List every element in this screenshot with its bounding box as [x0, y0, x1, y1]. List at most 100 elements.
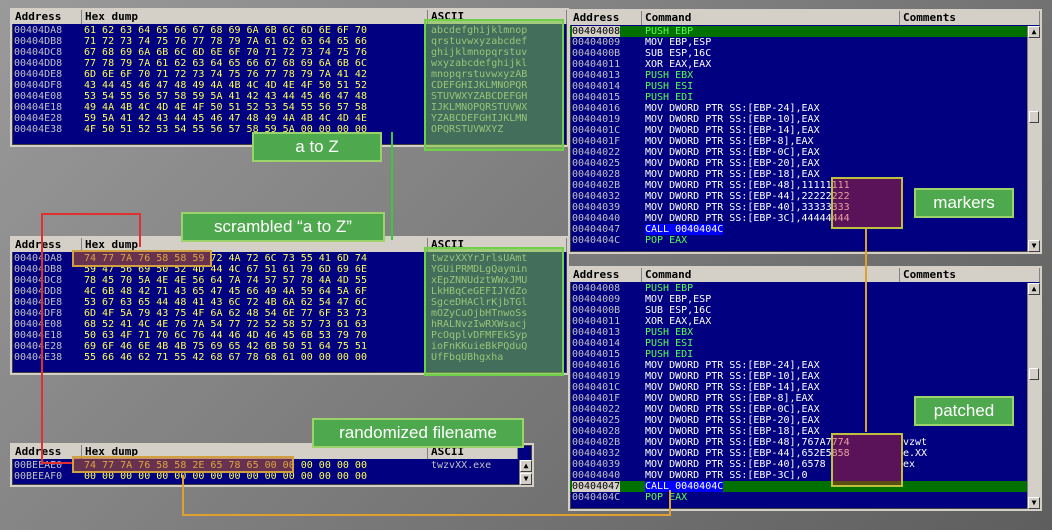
- code-row[interactable]: 0040404C POP EAX: [570, 492, 1040, 503]
- code-row[interactable]: 00404014 PUSH ESI: [570, 81, 1040, 92]
- scroll-thumb[interactable]: [1029, 368, 1039, 380]
- disassembly-panel-patched: Address Command Comments 00404008 PUSH EB…: [568, 266, 1042, 511]
- code-row[interactable]: 00404008 PUSH EBP: [570, 26, 1040, 37]
- column-header-hex[interactable]: Hex dump: [82, 10, 428, 24]
- vertical-scrollbar[interactable]: ▲ ▼: [1027, 283, 1040, 509]
- code-row[interactable]: 00404032 MOV DWORD PTR SS:[EBP-44],652E58…: [570, 448, 1040, 459]
- code-row[interactable]: 00404015 PUSH EDI: [570, 92, 1040, 103]
- row-command: MOV DWORD PTR SS:[EBP-0C],EAX: [645, 147, 820, 158]
- scroll-up-button[interactable]: ▲: [520, 460, 532, 472]
- column-header-command[interactable]: Command: [642, 268, 900, 282]
- row-command: CALL 0040404C: [645, 481, 724, 492]
- row-address: 0040401C: [572, 125, 621, 136]
- row-command: CALL 0040404C: [645, 224, 724, 235]
- row-address: 00404DC8: [14, 275, 63, 286]
- code-row[interactable]: 00404028 MOV DWORD PTR SS:[EBP-18],EAX: [570, 426, 1040, 437]
- row-command: MOV DWORD PTR SS:[EBP-10],EAX: [645, 114, 820, 125]
- ascii-highlight-original: [424, 19, 564, 151]
- column-header-command[interactable]: Command: [642, 11, 900, 25]
- row-address: 00404E08: [14, 91, 63, 102]
- code-row[interactable]: 00404040 MOV DWORD PTR SS:[EBP-3C],0: [570, 470, 1040, 481]
- column-header-address[interactable]: Address: [12, 10, 82, 24]
- code-row[interactable]: 00404015 PUSH EDI: [570, 349, 1040, 360]
- row-address: 00404025: [572, 158, 621, 169]
- row-hex-bytes: 67 68 69 6A 6B 6C 6D 6E 6F 70 71 72 73 7…: [84, 47, 367, 58]
- row-address: 00404040: [572, 213, 621, 224]
- row-command: MOV DWORD PTR SS:[EBP-20],EAX: [645, 415, 820, 426]
- row-hex-bytes: 69 6F 46 6E 4B 4B 75 69 65 42 6B 50 51 6…: [84, 341, 367, 352]
- code-row[interactable]: 00404009 MOV EBP,ESP: [570, 37, 1040, 48]
- selected-row-highlight: [570, 481, 1028, 492]
- row-address: 00404014: [572, 338, 621, 349]
- code-row[interactable]: 0040401C MOV DWORD PTR SS:[EBP-14],EAX: [570, 125, 1040, 136]
- row-command: PUSH EBX: [645, 70, 694, 81]
- row-command: XOR EAX,EAX: [645, 316, 712, 327]
- code-row[interactable]: 00404022 MOV DWORD PTR SS:[EBP-0C],EAX: [570, 147, 1040, 158]
- row-address: 00404DE8: [14, 297, 63, 308]
- row-address: 00404040: [572, 470, 621, 481]
- row-address: 0040400B: [572, 48, 621, 59]
- code-row[interactable]: 0040402B MOV DWORD PTR SS:[EBP-48],767A77…: [570, 437, 1040, 448]
- row-command: MOV DWORD PTR SS:[EBP-44],652E5858: [645, 448, 850, 459]
- scroll-thumb[interactable]: [1029, 111, 1039, 123]
- label-a-to-z: a to Z: [252, 132, 382, 162]
- row-hex-bytes: 43 44 45 46 47 48 49 4A 4B 4C 4D 4E 4F 5…: [84, 80, 367, 91]
- row-command: MOV DWORD PTR SS:[EBP-24],EAX: [645, 103, 820, 114]
- row-address: 00404013: [572, 327, 621, 338]
- code-row[interactable]: 00404016 MOV DWORD PTR SS:[EBP-24],EAX: [570, 103, 1040, 114]
- row-command: MOV DWORD PTR SS:[EBP-3C],44444444: [645, 213, 850, 224]
- row-address: 00404E08: [14, 319, 63, 330]
- code-row[interactable]: 0040404C POP EAX: [570, 235, 1040, 246]
- row-command: PUSH ESI: [645, 81, 694, 92]
- code-row[interactable]: 00404019 MOV DWORD PTR SS:[EBP-10],EAX: [570, 114, 1040, 125]
- code-row[interactable]: 00404009 MOV EBP,ESP: [570, 294, 1040, 305]
- row-command: MOV DWORD PTR SS:[EBP-10],EAX: [645, 371, 820, 382]
- row-command: MOV DWORD PTR SS:[EBP-24],EAX: [645, 360, 820, 371]
- row-command: POP EAX: [645, 492, 688, 503]
- code-row[interactable]: 00404014 PUSH ESI: [570, 338, 1040, 349]
- row-command: PUSH EBX: [645, 327, 694, 338]
- row-command: MOV DWORD PTR SS:[EBP-8],EAX: [645, 393, 814, 404]
- code-row[interactable]: 00404047 CALL 0040404C: [570, 481, 1040, 492]
- scroll-down-button[interactable]: ▼: [1028, 240, 1040, 252]
- column-header-address[interactable]: Address: [570, 268, 642, 282]
- code-row[interactable]: 00404008 PUSH EBP: [570, 283, 1040, 294]
- code-row[interactable]: 00404013 PUSH EBX: [570, 327, 1040, 338]
- code-row[interactable]: 0040400B SUB ESP,16C: [570, 305, 1040, 316]
- column-header-address[interactable]: Address: [570, 11, 642, 25]
- code-row[interactable]: 00404025 MOV DWORD PTR SS:[EBP-20],EAX: [570, 158, 1040, 169]
- row-hex-bytes: 6D 6E 6F 70 71 72 73 74 75 76 77 78 79 7…: [84, 69, 367, 80]
- code-row[interactable]: 00404013 PUSH EBX: [570, 70, 1040, 81]
- row-hex-bytes: 68 52 41 4C 4E 76 7A 54 77 72 52 58 57 7…: [84, 319, 367, 330]
- code-row[interactable]: 00404011 XOR EAX,EAX: [570, 59, 1040, 70]
- code-row[interactable]: 00404028 MOV DWORD PTR SS:[EBP-18],EAX: [570, 169, 1040, 180]
- row-address: 00404011: [572, 59, 621, 70]
- row-command: MOV DWORD PTR SS:[EBP-14],EAX: [645, 382, 820, 393]
- code-row[interactable]: 0040401C MOV DWORD PTR SS:[EBP-14],EAX: [570, 382, 1040, 393]
- code-row[interactable]: 00404047 CALL 0040404C: [570, 224, 1040, 235]
- vertical-scrollbar[interactable]: ▲ ▼: [519, 460, 532, 485]
- scroll-up-button[interactable]: ▲: [1028, 283, 1040, 295]
- row-address: 00404047: [572, 224, 621, 235]
- row-address: 0040402B: [572, 437, 621, 448]
- code-row[interactable]: 00404016 MOV DWORD PTR SS:[EBP-24],EAX: [570, 360, 1040, 371]
- row-address: 00404032: [572, 191, 621, 202]
- code-row[interactable]: 00404011 XOR EAX,EAX: [570, 316, 1040, 327]
- row-address: 0040400B: [572, 305, 621, 316]
- code-row[interactable]: 00404019 MOV DWORD PTR SS:[EBP-10],EAX: [570, 371, 1040, 382]
- row-command: MOV DWORD PTR SS:[EBP-40],33333333: [645, 202, 850, 213]
- scroll-up-button[interactable]: ▲: [1028, 26, 1040, 38]
- row-address: 00404019: [572, 114, 621, 125]
- code-row[interactable]: 0040401F MOV DWORD PTR SS:[EBP-8],EAX: [570, 136, 1040, 147]
- row-address: 00404E18: [14, 330, 63, 341]
- scroll-down-button[interactable]: ▼: [520, 473, 532, 485]
- column-header-comments[interactable]: Comments: [900, 268, 1040, 282]
- row-address: 00404014: [572, 81, 621, 92]
- vertical-scrollbar[interactable]: ▲ ▼: [1027, 26, 1040, 252]
- code-row[interactable]: 00404039 MOV DWORD PTR SS:[EBP-40],6578 ex: [570, 459, 1040, 470]
- column-header-comments[interactable]: Comments: [900, 11, 1040, 25]
- row-address: 00BEEAF0: [14, 471, 63, 482]
- scroll-down-button[interactable]: ▼: [1028, 497, 1040, 509]
- code-row[interactable]: 0040400B SUB ESP,16C: [570, 48, 1040, 59]
- row-address: 00404DB8: [14, 36, 63, 47]
